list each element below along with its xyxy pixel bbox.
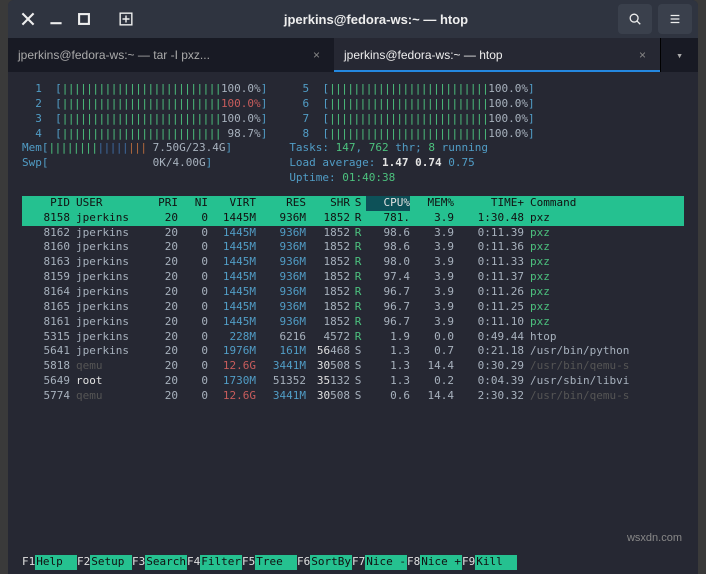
tab-2-close-icon[interactable]: × [635, 48, 650, 62]
table-row[interactable]: 5818qemu20012.6G3441M30508S1.314.40:30.2… [22, 359, 684, 374]
fkey-F2-label: Setup [90, 555, 132, 570]
menu-button[interactable] [658, 4, 692, 34]
table-row[interactable]: 8161jperkins2001445M936M1852R96.73.90:11… [22, 315, 684, 330]
col-user: USER [70, 196, 142, 211]
col-shr: SHR [306, 196, 350, 211]
fkey-F7[interactable]: F7 [352, 555, 365, 570]
fkey-F1[interactable]: F1 [22, 555, 35, 570]
uptime-line: Uptime: 01:40:38 [289, 171, 534, 186]
table-row[interactable]: 8158jperkins2001445M936M1852R781.3.91:30… [22, 211, 684, 226]
tasks-line: Tasks: 147, 762 thr; 8 running [289, 141, 534, 156]
col-pri: PRI [142, 196, 178, 211]
table-row[interactable]: 8159jperkins2001445M936M1852R97.43.90:11… [22, 270, 684, 285]
tab-2-label: jperkins@fedora-ws:~ — htop [344, 48, 503, 62]
fkey-F9[interactable]: F9 [462, 555, 475, 570]
maximize-button[interactable] [70, 5, 98, 33]
mem-meter: Mem[|||||||||||||||| 7.50G/23.4G] [22, 141, 267, 156]
fkey-F1-label: Help [35, 555, 77, 570]
cpu-meter-6: 6 [||||||||||||||||||||||||||100.0%] [289, 97, 534, 112]
minimize-button[interactable] [42, 5, 70, 33]
col-cmd: Command [524, 196, 684, 211]
table-row[interactable]: 8160jperkins2001445M936M1852R98.63.90:11… [22, 240, 684, 255]
table-row[interactable]: 8163jperkins2001445M936M1852R98.03.90:11… [22, 255, 684, 270]
fkey-F4[interactable]: F4 [187, 555, 200, 570]
table-row[interactable]: 5649root2001730M5135235132S1.30.20:04.39… [22, 374, 684, 389]
tab-1-close-icon[interactable]: × [309, 48, 324, 62]
table-row[interactable]: 5641jperkins2001976M161M56468S1.30.70:21… [22, 344, 684, 359]
col-cpu: CPU% [366, 196, 410, 211]
window-title: jperkins@fedora-ws:~ — htop [140, 12, 612, 27]
close-button[interactable] [14, 5, 42, 33]
fkey-F8-label: Nice + [420, 555, 462, 570]
col-ni: NI [178, 196, 208, 211]
table-row[interactable]: 8162jperkins2001445M936M1852R98.63.90:11… [22, 226, 684, 241]
fkey-F8[interactable]: F8 [407, 555, 420, 570]
col-time: TIME+ [454, 196, 524, 211]
fkey-F7-label: Nice - [365, 555, 407, 570]
tab-1[interactable]: jperkins@fedora-ws:~ — tar -I pxz... × [8, 38, 334, 72]
load-line: Load average: 1.47 0.74 0.75 [289, 156, 534, 171]
titlebar: jperkins@fedora-ws:~ — htop [8, 0, 698, 38]
col-pid: PID [22, 196, 70, 211]
terminal-output: 1 [||||||||||||||||||||||||||100.0%] 2 [… [8, 72, 698, 574]
tab-2[interactable]: jperkins@fedora-ws:~ — htop × [334, 38, 660, 72]
cpu-meter-3: 3 [||||||||||||||||||||||||||100.0%] [22, 112, 267, 127]
fkey-F4-label: Filter [200, 555, 242, 570]
fkey-F6[interactable]: F6 [297, 555, 310, 570]
col-res: RES [256, 196, 306, 211]
cpu-meter-1: 1 [||||||||||||||||||||||||||100.0%] [22, 82, 267, 97]
swp-meter: Swp[ 0K/4.00G] [22, 156, 267, 171]
tab-1-label: jperkins@fedora-ws:~ — tar -I pxz... [18, 48, 210, 62]
table-header[interactable]: PID USER PRI NI VIRT RES SHR S CPU% MEM%… [22, 196, 684, 211]
search-button[interactable] [618, 4, 652, 34]
fkey-F9-label: Kill [475, 555, 517, 570]
cpu-meter-8: 8 [||||||||||||||||||||||||||100.0%] [289, 127, 534, 142]
tab-bar: jperkins@fedora-ws:~ — tar -I pxz... × j… [8, 38, 698, 72]
new-tab-button[interactable] [112, 5, 140, 33]
table-row[interactable]: 5774qemu20012.6G3441M30508S0.614.42:30.3… [22, 389, 684, 404]
fkey-F6-label: SortBy [310, 555, 352, 570]
col-mem: MEM% [410, 196, 454, 211]
table-row[interactable]: 8165jperkins2001445M936M1852R96.73.90:11… [22, 300, 684, 315]
cpu-meter-7: 7 [||||||||||||||||||||||||||100.0%] [289, 112, 534, 127]
cpu-meter-4: 4 [|||||||||||||||||||||||||| 98.7%] [22, 127, 267, 142]
fkey-F3-label: Search [145, 555, 187, 570]
fkey-F5[interactable]: F5 [242, 555, 255, 570]
table-row[interactable]: 5315jperkins200228M62164572R1.90.00:49.4… [22, 330, 684, 345]
col-s: S [350, 196, 366, 211]
fkey-F2[interactable]: F2 [77, 555, 90, 570]
function-keys: F1Help F2Setup F3SearchF4FilterF5Tree F6… [22, 555, 684, 570]
process-table: PID USER PRI NI VIRT RES SHR S CPU% MEM%… [22, 196, 684, 404]
watermark: wsxdn.com [627, 531, 682, 546]
table-row[interactable]: 8164jperkins2001445M936M1852R96.73.90:11… [22, 285, 684, 300]
cpu-meter-5: 5 [||||||||||||||||||||||||||100.0%] [289, 82, 534, 97]
application-window: jperkins@fedora-ws:~ — htop jperkins@fed… [8, 0, 698, 574]
fkey-F3[interactable]: F3 [132, 555, 145, 570]
fkey-F5-label: Tree [255, 555, 297, 570]
col-virt: VIRT [208, 196, 256, 211]
tabs-dropdown-icon[interactable]: ▾ [660, 38, 698, 72]
cpu-meter-2: 2 [||||||||||||||||||||||||||100.0%] [22, 97, 267, 112]
